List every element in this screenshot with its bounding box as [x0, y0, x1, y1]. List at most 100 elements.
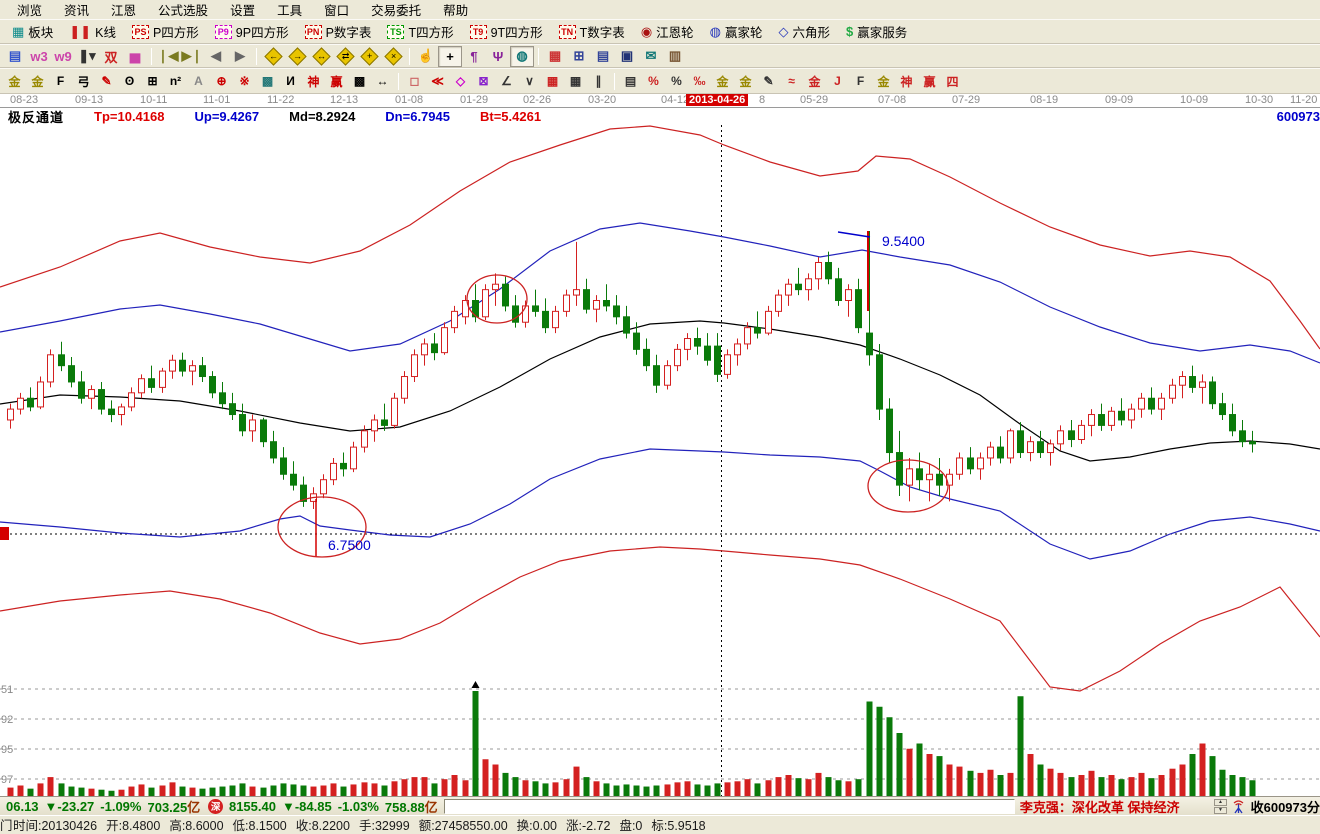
j-angle-icon[interactable]: J: [826, 71, 849, 92]
box-lines-icon[interactable]: ⊠: [472, 71, 495, 92]
wave-count-icon[interactable]: И: [279, 71, 302, 92]
date-label: 08-19: [1030, 94, 1058, 106]
command-input[interactable]: [444, 799, 1015, 814]
grid-123-icon[interactable]: ▩: [348, 71, 371, 92]
gann-fan-icon[interactable]: ≪: [426, 71, 449, 92]
permille-icon[interactable]: ‰: [688, 71, 711, 92]
prev-bar-icon[interactable]: ◀: [204, 46, 228, 67]
shen-angle-icon[interactable]: 神: [895, 71, 918, 92]
first-bar-icon[interactable]: ❘◀: [156, 46, 180, 67]
diamond-plus-icon[interactable]: +: [357, 46, 381, 67]
next-bar-icon[interactable]: ▶: [228, 46, 252, 67]
menu-item-江恩[interactable]: 江恩: [100, 0, 147, 21]
target-icon[interactable]: ⊕: [210, 71, 233, 92]
gann-gold2-icon[interactable]: 金: [26, 71, 49, 92]
t-square-button[interactable]: TST四方形: [379, 21, 461, 42]
parallel-icon[interactable]: ∥: [587, 71, 610, 92]
spiral-icon[interactable]: 弓: [72, 71, 95, 92]
gann-gold-icon[interactable]: 金: [3, 71, 26, 92]
save-icon[interactable]: ▣: [615, 46, 639, 67]
fan-box-icon[interactable]: ◇: [449, 71, 472, 92]
crosshair-icon[interactable]: +: [438, 46, 462, 67]
list-icon[interactable]: ▤: [3, 46, 27, 67]
flag-note-icon[interactable]: ¶: [462, 46, 486, 67]
menu-item-窗口[interactable]: 窗口: [313, 0, 360, 21]
gold-angle-icon[interactable]: 金: [872, 71, 895, 92]
hand-icon[interactable]: ☝: [414, 46, 438, 67]
t9-square-button[interactable]: T99T四方形: [462, 21, 551, 42]
wave-icon[interactable]: ≈: [780, 71, 803, 92]
fibo-icon[interactable]: F: [49, 71, 72, 92]
color-bars-icon[interactable]: ▅: [123, 46, 147, 67]
date-label: 11-01: [203, 94, 230, 106]
n2-icon[interactable]: n²: [164, 71, 187, 92]
f-angle-icon[interactable]: F: [849, 71, 872, 92]
p-square-button[interactable]: PSP四方形: [124, 21, 207, 42]
mail-icon[interactable]: ✉: [639, 46, 663, 67]
four-angle-icon[interactable]: 四: [941, 71, 964, 92]
chart-canvas[interactable]: 519295979.54006.7500: [0, 125, 1320, 796]
pct-red-icon[interactable]: %: [642, 71, 665, 92]
winner-service-button[interactable]: $赢家服务: [838, 21, 915, 42]
date-axis: 08-2309-1310-1111-0111-2212-1301-0801-29…: [0, 94, 1320, 108]
vee-icon[interactable]: ∨: [518, 71, 541, 92]
bars-ruler-icon[interactable]: ▤: [619, 71, 642, 92]
mirror-icon[interactable]: A: [187, 71, 210, 92]
computer-icon[interactable]: ▥: [663, 46, 687, 67]
gold-red-icon[interactable]: 金: [803, 71, 826, 92]
calendar-icon[interactable]: ▦: [543, 46, 567, 67]
gann-wheel-button[interactable]: ◉江恩轮: [633, 21, 702, 42]
brain-tool-icon[interactable]: ◍: [510, 46, 534, 67]
diamond-left-icon[interactable]: ←: [261, 46, 285, 67]
blocks-button[interactable]: ▦板块: [4, 21, 61, 42]
last-bar-icon[interactable]: ▶❘: [180, 46, 204, 67]
black-grid-icon[interactable]: ▦: [564, 71, 587, 92]
wave-9-icon[interactable]: w9: [51, 46, 75, 67]
menu-item-交易委托[interactable]: 交易委托: [360, 0, 432, 21]
calculator-icon[interactable]: ⊞: [567, 46, 591, 67]
clock-icon[interactable]: ʘ: [118, 71, 141, 92]
candle-style-icon[interactable]: ❚▾: [75, 46, 99, 67]
notes-icon[interactable]: ▤: [591, 46, 615, 67]
menu-item-帮助[interactable]: 帮助: [432, 0, 479, 21]
diamond-hswap-icon[interactable]: ↔: [309, 46, 333, 67]
pen2-icon[interactable]: ✎: [757, 71, 780, 92]
menu-item-设置[interactable]: 设置: [219, 0, 266, 21]
p9-square-button[interactable]: P99P四方形: [207, 21, 297, 42]
first-bar-icon: ❘◀: [158, 48, 179, 64]
diamond-swap-icon[interactable]: ⇄: [333, 46, 357, 67]
t-number-button[interactable]: TNT数字表: [551, 21, 633, 42]
angle-line-icon[interactable]: ∠: [495, 71, 518, 92]
ruler-icon[interactable]: ⊞: [141, 71, 164, 92]
winner-wheel-button[interactable]: ◍赢家轮: [702, 21, 771, 42]
spinner-down-button[interactable]: ▼: [1214, 807, 1227, 814]
grid-box-icon[interactable]: ▩: [256, 71, 279, 92]
chip-dist-icon[interactable]: 双: [99, 46, 123, 67]
box-pin-icon[interactable]: ◻: [403, 71, 426, 92]
menu-item-资讯[interactable]: 资讯: [53, 0, 100, 21]
hexagon-button[interactable]: ◇六角形: [771, 21, 839, 42]
span-arrows-icon[interactable]: ↔: [371, 71, 394, 92]
star-grid-icon[interactable]: ※: [233, 71, 256, 92]
diamond-cross-icon[interactable]: ×: [381, 46, 405, 67]
pct-icon[interactable]: %: [665, 71, 688, 92]
diamond-right-icon[interactable]: →: [285, 46, 309, 67]
spinner-up-button[interactable]: ▲: [1214, 799, 1227, 806]
gold-circle-icon[interactable]: 金: [711, 71, 734, 92]
tree-tool-icon[interactable]: Ψ: [486, 46, 510, 67]
menu-item-工具[interactable]: 工具: [266, 0, 313, 21]
menu-item-浏览[interactable]: 浏览: [6, 0, 53, 21]
win-tool-icon[interactable]: 赢: [325, 71, 348, 92]
quote-field-换: 换:0.00: [517, 819, 557, 833]
date-label: 10-30: [1245, 94, 1273, 106]
wave-3-icon[interactable]: w3: [27, 46, 51, 67]
pen-icon[interactable]: ✎: [95, 71, 118, 92]
menu-item-公式选股[interactable]: 公式选股: [147, 0, 219, 21]
kline-button[interactable]: ❚❚K线: [61, 21, 124, 42]
red-grid-icon[interactable]: ▦: [541, 71, 564, 92]
main-chart[interactable]: 519295979.54006.7500: [0, 125, 1320, 796]
gold-line-icon[interactable]: 金: [734, 71, 757, 92]
p-number-button[interactable]: PNP数字表: [297, 21, 380, 42]
shen-tool-icon[interactable]: 神: [302, 71, 325, 92]
win-angle-icon[interactable]: 赢: [918, 71, 941, 92]
